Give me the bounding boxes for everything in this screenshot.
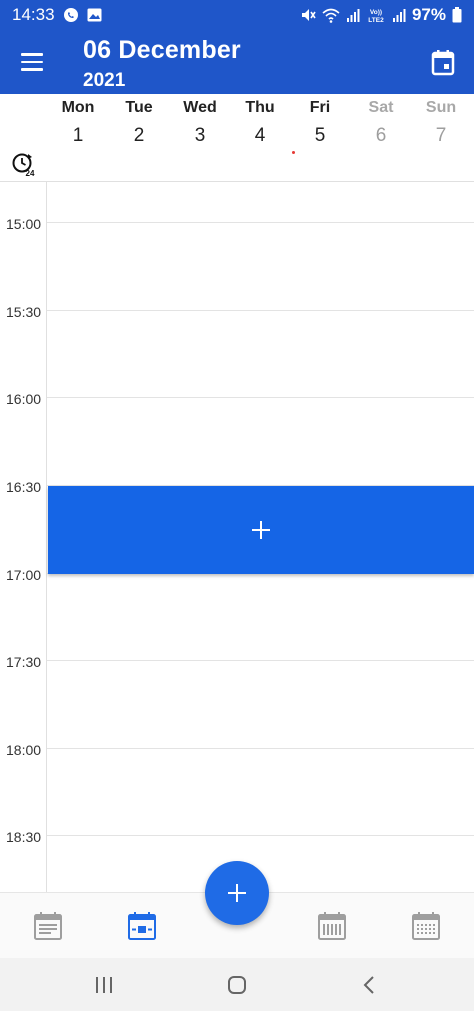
signal-icon bbox=[392, 9, 406, 22]
time-label: 15:00 bbox=[6, 216, 42, 232]
grid-line bbox=[47, 222, 474, 223]
time-label: 16:30 bbox=[6, 479, 42, 495]
day-fri[interactable]: Fri 5 bbox=[292, 99, 348, 147]
day-thu[interactable]: Thu 4 bbox=[232, 99, 288, 147]
day-number: 4 bbox=[254, 125, 266, 146]
status-time: 14:33 bbox=[12, 5, 55, 24]
calendar-today-icon[interactable] bbox=[426, 48, 460, 78]
mute-icon bbox=[301, 9, 316, 21]
add-event-button[interactable] bbox=[205, 861, 269, 925]
week-view-icon[interactable] bbox=[317, 911, 347, 941]
grid-line bbox=[47, 835, 474, 836]
day-name: Tue bbox=[125, 99, 153, 116]
svg-text:24: 24 bbox=[26, 169, 35, 178]
gallery-icon bbox=[87, 8, 102, 22]
signal-icon bbox=[346, 9, 360, 22]
day-name: Fri bbox=[309, 99, 331, 116]
header-date-title[interactable]: 06 December bbox=[83, 36, 241, 65]
week-strip: Mon 1 Tue 2 Wed 3 Thu 4 Fri 5 Sat 6 Sun … bbox=[0, 94, 474, 182]
time-label: 16:00 bbox=[6, 391, 42, 407]
plus-icon bbox=[252, 521, 270, 539]
hamburger-menu-icon[interactable] bbox=[14, 46, 50, 78]
time-label: 18:30 bbox=[6, 829, 42, 845]
time-gutter bbox=[0, 182, 47, 892]
month-view-icon[interactable] bbox=[411, 911, 441, 941]
svg-text:LTE2: LTE2 bbox=[368, 17, 384, 23]
new-event-slot[interactable] bbox=[48, 486, 474, 574]
day-number: 3 bbox=[194, 125, 206, 146]
time-label: 17:30 bbox=[6, 654, 42, 670]
grid-line bbox=[47, 660, 474, 661]
day-wed[interactable]: Wed 3 bbox=[172, 99, 228, 147]
recent-apps-icon[interactable] bbox=[92, 974, 116, 996]
day-name: Thu bbox=[245, 99, 275, 116]
calendar-app: 14:33 Vo)) LTE2 97% 06 December 2021 Mon… bbox=[0, 0, 474, 1011]
day-number: 5 bbox=[314, 125, 326, 146]
time-grid[interactable]: 15:00 15:30 16:00 16:30 17:00 17:30 18:0… bbox=[0, 182, 474, 892]
today-indicator-dot bbox=[292, 151, 295, 154]
back-icon[interactable] bbox=[358, 974, 382, 996]
time-label: 15:30 bbox=[6, 304, 42, 320]
time-label: 17:00 bbox=[6, 567, 42, 583]
clock-24h-icon[interactable]: 24 bbox=[11, 152, 37, 178]
day-mon[interactable]: Mon 1 bbox=[50, 99, 106, 147]
day-number: 7 bbox=[435, 125, 447, 146]
day-number: 6 bbox=[375, 125, 387, 146]
app-header: 06 December 2021 bbox=[0, 30, 474, 94]
wifi-icon bbox=[322, 8, 340, 23]
plus-icon bbox=[228, 884, 246, 902]
day-sat[interactable]: Sat 6 bbox=[353, 99, 409, 147]
day-tue[interactable]: Tue 2 bbox=[111, 99, 167, 147]
day-sun[interactable]: Sun 7 bbox=[413, 99, 469, 147]
day-name: Sun bbox=[425, 99, 457, 116]
time-label: 18:00 bbox=[6, 742, 42, 758]
home-icon[interactable] bbox=[225, 974, 249, 996]
battery-icon bbox=[452, 7, 462, 23]
day-view-icon[interactable] bbox=[127, 911, 157, 941]
status-bar: 14:33 Vo)) LTE2 97% bbox=[0, 0, 474, 30]
day-number: 2 bbox=[133, 125, 145, 146]
grid-line bbox=[47, 748, 474, 749]
header-year: 2021 bbox=[83, 70, 126, 91]
day-name: Wed bbox=[183, 99, 217, 116]
agenda-view-icon[interactable] bbox=[33, 911, 63, 941]
day-name: Mon bbox=[61, 99, 95, 116]
day-name: Sat bbox=[368, 99, 394, 116]
volte-lte2-icon: Vo)) LTE2 bbox=[368, 9, 384, 23]
day-number: 1 bbox=[72, 125, 84, 146]
grid-line bbox=[47, 397, 474, 398]
battery-percentage: 97% bbox=[411, 5, 446, 24]
svg-text:Vo)): Vo)) bbox=[370, 9, 382, 16]
grid-line bbox=[47, 310, 474, 311]
whatsapp-icon bbox=[63, 8, 78, 22]
system-navigation-bar bbox=[0, 958, 474, 1011]
